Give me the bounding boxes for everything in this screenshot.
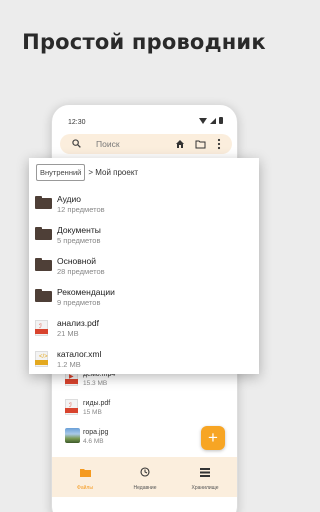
- item-meta: 9 предметов: [57, 298, 101, 307]
- breadcrumb-path[interactable]: > Мой проект: [88, 168, 138, 177]
- list-item[interactable]: ℐ анализ.pdf 21 MB: [29, 314, 259, 345]
- status-icons: [199, 117, 223, 124]
- headline: Простой проводник: [22, 30, 266, 54]
- breadcrumb: Внутренний > Мой проект: [36, 164, 138, 181]
- file-size: 15 MB: [83, 409, 102, 416]
- tab-label: Недавние: [133, 485, 157, 491]
- item-name: каталог.xml: [57, 349, 102, 359]
- image-icon: [65, 428, 80, 443]
- tab-recent[interactable]: Недавние: [115, 464, 175, 491]
- item-meta: 1.2 MB: [57, 360, 81, 369]
- item-name: Основной: [57, 256, 96, 266]
- list-item[interactable]: Документы 5 предметов: [29, 221, 259, 252]
- tab-storage[interactable]: Хранилище: [175, 464, 235, 491]
- list-item[interactable]: Аудио 12 предметов: [29, 190, 259, 221]
- list-item[interactable]: </> каталог.xml 1.2 MB: [29, 345, 259, 376]
- more-icon[interactable]: [217, 138, 221, 150]
- folder-icon: [35, 196, 52, 209]
- signal-icon: [210, 117, 216, 124]
- search-icon: [72, 139, 81, 148]
- folder-icon: [35, 289, 52, 302]
- item-meta: 5 предметов: [57, 236, 101, 245]
- new-folder-icon[interactable]: [195, 139, 206, 149]
- item-name: Рекомендации: [57, 287, 115, 297]
- add-button[interactable]: +: [201, 426, 225, 450]
- battery-icon: [219, 117, 223, 124]
- tab-label: Файлы: [77, 485, 93, 491]
- file-browser-card: Внутренний > Мой проект Аудио 12 предмет…: [29, 158, 259, 374]
- item-name: Документы: [57, 225, 101, 235]
- file-size: 4.6 MB: [83, 438, 104, 445]
- wifi-icon: [199, 117, 207, 124]
- clock-icon: [140, 467, 150, 477]
- search-input[interactable]: Поиск: [96, 139, 120, 149]
- item-meta: 21 MB: [57, 329, 79, 338]
- tab-label: Хранилище: [191, 485, 219, 491]
- folder-icon: [35, 258, 52, 271]
- item-meta: 12 предметов: [57, 205, 105, 214]
- pdf-icon: ℐ: [35, 320, 48, 336]
- item-name: анализ.pdf: [57, 318, 99, 328]
- folder-icon: [35, 227, 52, 240]
- bottom-nav: Файлы Недавние Хранилище: [52, 457, 237, 497]
- folder-icon: [79, 469, 91, 477]
- tab-files[interactable]: Файлы: [55, 464, 115, 491]
- list-item[interactable]: Рекомендации 9 предметов: [29, 283, 259, 314]
- item-meta: 28 предметов: [57, 267, 105, 276]
- search-bar[interactable]: Поиск: [60, 134, 232, 154]
- file-size: 15.3 MB: [83, 380, 108, 387]
- pdf-icon: ℐ: [65, 399, 78, 415]
- item-name: Аудио: [57, 194, 81, 204]
- home-icon[interactable]: [175, 139, 185, 149]
- file-name: гора.jpg: [83, 429, 109, 436]
- status-time: 12:30: [68, 119, 86, 126]
- storage-chip[interactable]: Внутренний: [36, 164, 86, 181]
- list-item[interactable]: Основной 28 предметов: [29, 252, 259, 283]
- list-item[interactable]: ℐ гиды.pdf 15 MB: [52, 394, 237, 423]
- status-bar: 12:30: [52, 105, 237, 131]
- file-name: гиды.pdf: [83, 400, 111, 407]
- xml-icon: </>: [35, 351, 48, 367]
- list-icon: [200, 468, 210, 477]
